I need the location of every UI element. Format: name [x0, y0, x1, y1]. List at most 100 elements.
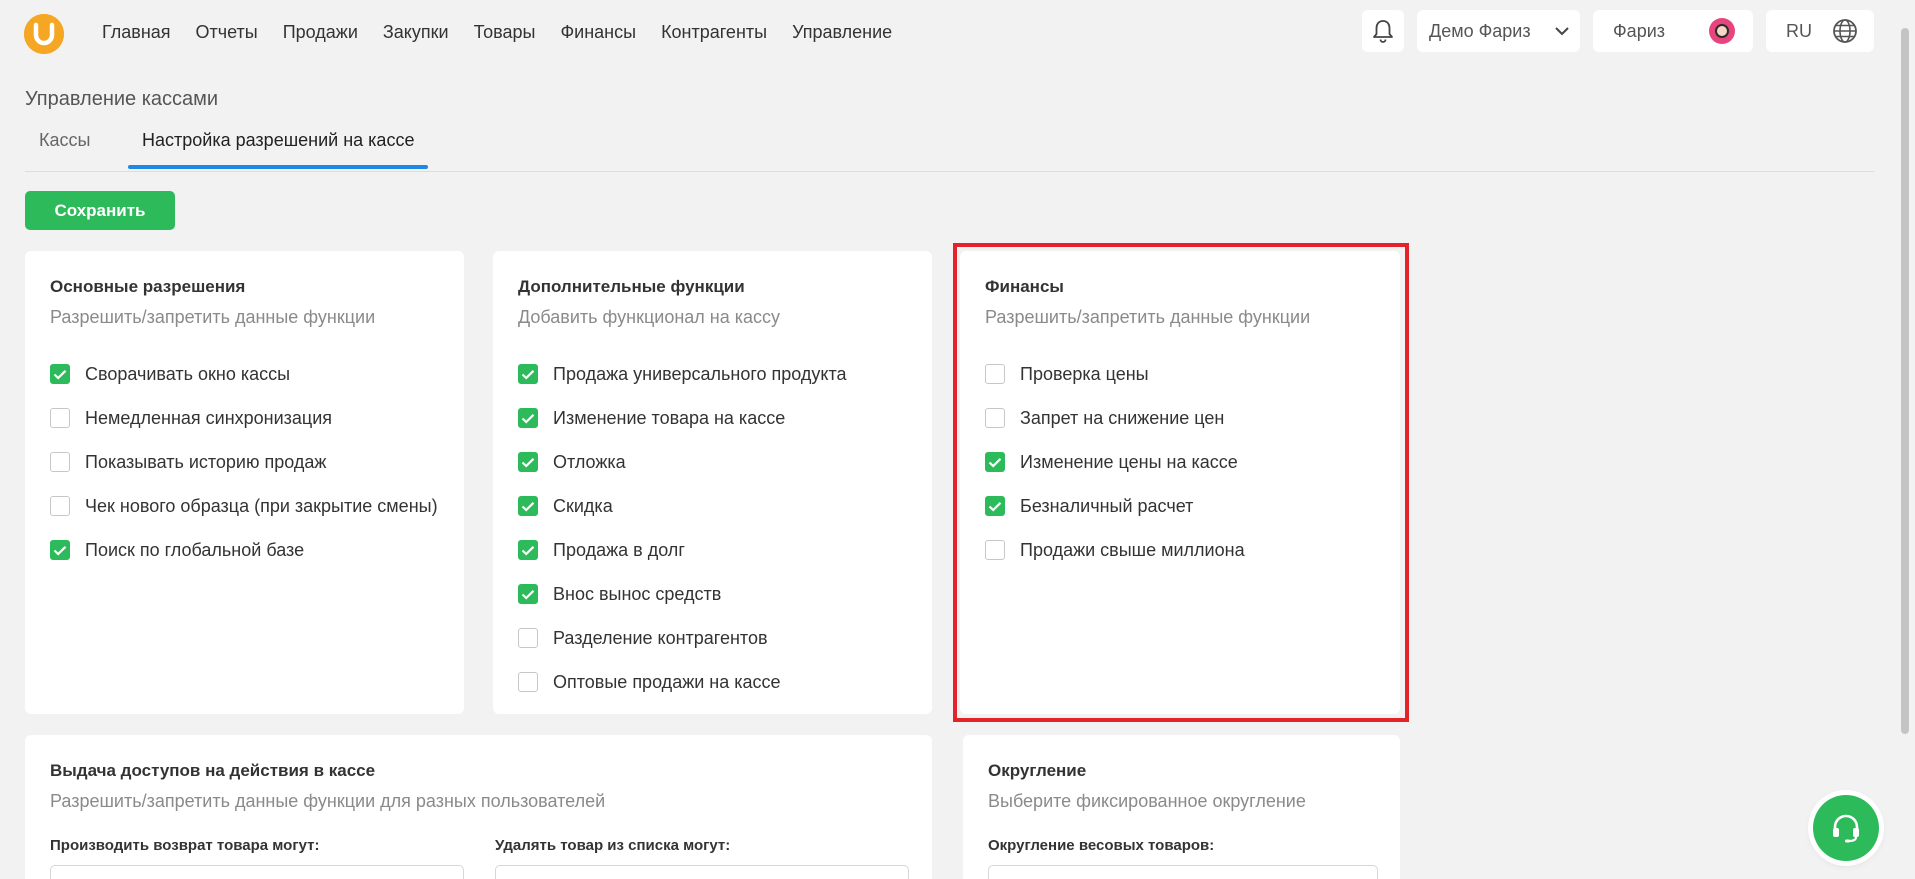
- checkbox-unchecked[interactable]: [50, 408, 70, 428]
- finance-card: Финансы Разрешить/запретить данные функц…: [960, 251, 1400, 714]
- checkbox-item[interactable]: Продажи свыше миллиона: [985, 528, 1245, 572]
- chevron-down-icon: [1555, 27, 1569, 36]
- checkbox-checked[interactable]: [50, 364, 70, 384]
- notifications-button[interactable]: [1362, 10, 1404, 52]
- checkbox-unchecked[interactable]: [518, 628, 538, 648]
- checkbox-item[interactable]: Проверка цены: [985, 352, 1245, 396]
- checkbox-item[interactable]: Отложка: [518, 440, 847, 484]
- checkbox-label: Проверка цены: [1020, 363, 1149, 384]
- checkbox-item[interactable]: Безналичный расчет: [985, 484, 1245, 528]
- checkbox-label: Скидка: [553, 495, 613, 516]
- checkbox-item[interactable]: Разделение контрагентов: [518, 616, 847, 660]
- checkbox-label: Чек нового образца (при закрытие смены): [85, 495, 438, 516]
- checkbox-item[interactable]: Немедленная синхронизация: [50, 396, 438, 440]
- company-selector[interactable]: Демо Фариз: [1417, 10, 1580, 52]
- delete-permission-label: Удалять товар из списка могут:: [495, 837, 731, 854]
- checkbox-item[interactable]: Изменение цены на кассе: [985, 440, 1245, 484]
- app-logo[interactable]: [24, 14, 64, 54]
- checkbox-unchecked[interactable]: [50, 452, 70, 472]
- nav-item-contractors[interactable]: Контрагенты: [661, 22, 767, 43]
- card-subtitle: Выберите фиксированное округление: [988, 791, 1306, 811]
- checkmark-icon: [521, 369, 535, 380]
- checkbox-checked[interactable]: [985, 496, 1005, 516]
- top-navbar: Главная Отчеты Продажи Закупки Товары Фи…: [0, 0, 1895, 66]
- logo-icon: [24, 14, 64, 54]
- card-subtitle: Добавить функционал на кассу: [518, 307, 781, 327]
- checkbox-item[interactable]: Продажа в долг: [518, 528, 847, 572]
- language-selector[interactable]: RU: [1766, 10, 1874, 52]
- checkbox-checked[interactable]: [50, 540, 70, 560]
- checkbox-label: Отложка: [553, 451, 626, 472]
- checkbox-item[interactable]: Показывать историю продаж: [50, 440, 438, 484]
- nav-item-sales[interactable]: Продажи: [283, 22, 358, 43]
- checkmark-icon: [988, 501, 1002, 512]
- checkmark-icon: [521, 589, 535, 600]
- checkbox-unchecked[interactable]: [518, 672, 538, 692]
- user-menu[interactable]: Фариз: [1593, 10, 1753, 52]
- checkbox-label: Показывать историю продаж: [85, 451, 327, 472]
- checkbox-item[interactable]: Поиск по глобальной базе: [50, 528, 438, 572]
- checkbox-unchecked[interactable]: [985, 364, 1005, 384]
- checkmark-icon: [53, 369, 67, 380]
- checkbox-item[interactable]: Скидка: [518, 484, 847, 528]
- save-button[interactable]: Сохранить: [25, 191, 175, 230]
- checkbox-label: Разделение контрагентов: [553, 627, 768, 648]
- company-name: Демо Фариз: [1429, 20, 1531, 41]
- nav-item-management[interactable]: Управление: [792, 22, 892, 43]
- nav-item-purchases[interactable]: Закупки: [383, 22, 449, 43]
- checkmark-icon: [521, 457, 535, 468]
- checkbox-checked[interactable]: [985, 452, 1005, 472]
- tab-bar: Кассы Настройка разрешений на кассе: [25, 124, 1874, 172]
- checkbox-label: Изменение товара на кассе: [553, 407, 786, 428]
- checkbox-label: Немедленная синхронизация: [85, 407, 333, 428]
- scrollbar-thumb[interactable]: [1901, 28, 1909, 734]
- checkbox-list: Сворачивать окно кассы Немедленная синхро…: [50, 352, 438, 572]
- card-subtitle: Разрешить/запретить данные функции: [50, 307, 376, 327]
- checkmark-icon: [988, 457, 1002, 468]
- headset-icon: [1833, 814, 1859, 843]
- checkbox-item[interactable]: Продажа универсального продукта: [518, 352, 847, 396]
- checkbox-checked[interactable]: [518, 408, 538, 428]
- basic-permissions-card: Основные разрешения Разрешить/запретить …: [25, 251, 464, 714]
- checkbox-item[interactable]: Чек нового образца (при закрытие смены): [50, 484, 438, 528]
- checkbox-item[interactable]: Оптовые продажи на кассе: [518, 660, 847, 704]
- nav-item-home[interactable]: Главная: [102, 22, 171, 43]
- checkmark-icon: [521, 413, 535, 424]
- language-code: RU: [1786, 20, 1812, 41]
- checkbox-unchecked[interactable]: [985, 408, 1005, 428]
- checkbox-item[interactable]: Сворачивать окно кассы: [50, 352, 438, 396]
- checkbox-item[interactable]: Внос вынос средств: [518, 572, 847, 616]
- extra-functions-card: Дополнительные функции Добавить функцион…: [493, 251, 932, 714]
- checkbox-label: Продажа в долг: [553, 539, 685, 560]
- weight-rounding-select[interactable]: [988, 865, 1378, 879]
- rounding-card: Округление Выберите фиксированное округл…: [963, 735, 1400, 879]
- checkbox-checked[interactable]: [518, 496, 538, 516]
- checkbox-label: Безналичный расчет: [1020, 495, 1194, 516]
- active-tab-indicator: [128, 165, 428, 169]
- checkbox-checked[interactable]: [518, 540, 538, 560]
- nav-item-products[interactable]: Товары: [474, 22, 536, 43]
- checkbox-label: Внос вынос средств: [553, 583, 722, 604]
- return-permission-label: Производить возврат товара могут:: [50, 837, 320, 854]
- tab-cash-registers[interactable]: Кассы: [39, 130, 90, 151]
- checkbox-unchecked[interactable]: [985, 540, 1005, 560]
- checkbox-unchecked[interactable]: [50, 496, 70, 516]
- card-subtitle: Разрешить/запретить данные функции для р…: [50, 791, 606, 811]
- delete-permission-select[interactable]: [495, 865, 909, 879]
- checkbox-checked[interactable]: [518, 452, 538, 472]
- checkbox-item[interactable]: Изменение товара на кассе: [518, 396, 847, 440]
- checkbox-list: Продажа универсального продукта Изменение…: [518, 352, 847, 704]
- card-subtitle: Разрешить/запретить данные функции: [985, 307, 1311, 327]
- checkmark-icon: [521, 501, 535, 512]
- checkbox-item[interactable]: Запрет на снижение цен: [985, 396, 1245, 440]
- checkbox-label: Поиск по глобальной базе: [85, 539, 305, 560]
- return-permission-select[interactable]: [50, 865, 464, 879]
- nav-item-finance[interactable]: Финансы: [560, 22, 636, 43]
- checkbox-checked[interactable]: [518, 364, 538, 384]
- avatar: [1709, 18, 1735, 44]
- checkbox-label: Сворачивать окно кассы: [85, 363, 291, 384]
- support-chat-button[interactable]: [1813, 795, 1879, 861]
- tab-permissions[interactable]: Настройка разрешений на кассе: [142, 130, 414, 151]
- nav-item-reports[interactable]: Отчеты: [196, 22, 258, 43]
- checkbox-checked[interactable]: [518, 584, 538, 604]
